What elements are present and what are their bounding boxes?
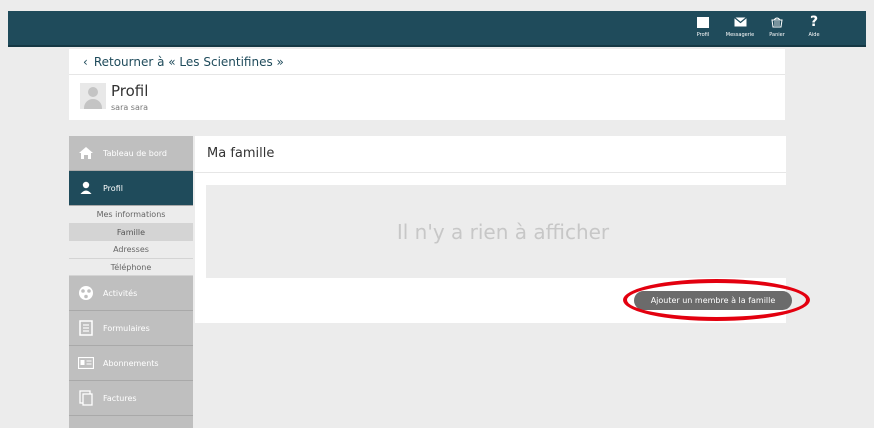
sidebar-item-activities[interactable]: Activités xyxy=(69,276,193,311)
back-link[interactable]: ‹ Retourner à « Les Scientifines » xyxy=(83,55,284,69)
nav-cart-label: Panier xyxy=(769,32,785,38)
membership-card-icon xyxy=(78,357,94,369)
back-link-label: Retourner à « Les Scientifines » xyxy=(93,55,284,69)
section-divider xyxy=(195,172,786,173)
nav-profile-label: Profil xyxy=(696,32,710,38)
profile-header-panel: ‹ Retourner à « Les Scientifines » Profil… xyxy=(69,49,785,120)
sidebar-subitem-family[interactable]: Famille xyxy=(69,223,193,241)
basket-icon xyxy=(771,17,783,28)
profile-icon xyxy=(697,16,709,28)
chevron-left-icon: ‹ xyxy=(83,55,88,69)
sidebar-item-label: Activités xyxy=(103,288,138,298)
section-title: Ma famille xyxy=(207,146,275,161)
nav-cart[interactable]: Panier xyxy=(763,14,791,38)
add-family-member-button[interactable]: Ajouter un membre à la famille xyxy=(634,291,792,310)
sidebar-item-subscriptions[interactable]: Abonnements xyxy=(69,346,193,381)
username: sara sara xyxy=(111,103,149,112)
home-icon xyxy=(79,147,93,159)
sidebar-item-label: Tableau de bord xyxy=(103,148,167,158)
sidebar-item-label: Abonnements xyxy=(103,358,159,368)
nav-help-label: Aide xyxy=(808,32,820,38)
top-navigation-bar: Profil Messagerie Panier ? Aide xyxy=(8,11,866,47)
avatar xyxy=(80,83,106,109)
sidebar-subitem-my-info[interactable]: Mes informations xyxy=(69,206,193,224)
nav-help[interactable]: ? Aide xyxy=(800,14,828,38)
sidebar-item-label: Formulaires xyxy=(103,323,150,333)
form-icon xyxy=(79,320,93,336)
nav-profile[interactable]: Profil xyxy=(689,14,717,38)
nav-messaging[interactable]: Messagerie xyxy=(726,14,754,38)
sidebar-item-label: Factures xyxy=(103,393,137,403)
sidebar-subitem-addresses[interactable]: Adresses xyxy=(69,241,193,259)
user-icon xyxy=(80,181,92,194)
sidebar-subitem-phone[interactable]: Téléphone xyxy=(69,258,193,276)
sidebar-item-forms[interactable]: Formulaires xyxy=(69,311,193,346)
top-nav: Profil Messagerie Panier ? Aide xyxy=(689,14,828,38)
sidebar: Tableau de bord Profil Mes informations … xyxy=(69,136,193,428)
invoice-icon xyxy=(79,390,93,406)
empty-state-message: Il n'y a rien à afficher xyxy=(396,219,610,244)
page-title: Profil xyxy=(111,82,149,100)
sidebar-item-dashboard[interactable]: Tableau de bord xyxy=(69,136,193,171)
question-icon: ? xyxy=(809,14,819,30)
envelope-icon xyxy=(733,17,747,27)
nav-messaging-label: Messagerie xyxy=(725,32,755,38)
empty-state: Il n'y a rien à afficher xyxy=(206,185,800,278)
sidebar-item-profile[interactable]: Profil xyxy=(69,171,193,206)
sidebar-item-label: Profil xyxy=(103,183,123,193)
header-divider xyxy=(69,74,785,75)
sidebar-item-invoices[interactable]: Factures xyxy=(69,381,193,416)
activities-icon xyxy=(79,286,93,300)
